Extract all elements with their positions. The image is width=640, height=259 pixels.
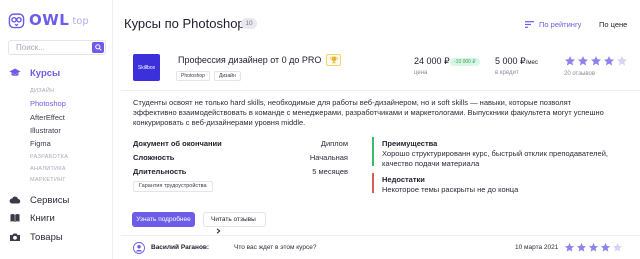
credit-unit: /мес — [525, 60, 538, 66]
page-title: Курсы по Photoshop — [124, 16, 245, 31]
course-title[interactable]: Профессия дизайнер от 0 до PRO — [178, 55, 321, 65]
nav-services[interactable]: Сервисы — [9, 194, 69, 206]
star-icon — [578, 56, 588, 66]
course-rating-stars — [564, 55, 629, 67]
card-divider — [121, 90, 640, 91]
sidebar-item-aftereffect[interactable]: AfterEffect — [30, 113, 65, 122]
reviews-count[interactable]: 20 отзывов — [564, 71, 595, 77]
user-avatar-icon — [133, 242, 145, 254]
sidebar-group-design[interactable]: ДИЗАЙН — [30, 88, 54, 94]
sort-by-price-button[interactable]: По цене — [599, 20, 627, 29]
camera-icon — [10, 233, 20, 241]
sort-icon — [525, 21, 534, 28]
pros-text: Хорошо структурированн курс, быстрый отк… — [382, 149, 608, 168]
graduation-cap-icon — [9, 68, 21, 76]
sidebar-item-illustrator[interactable]: Illustrator — [30, 126, 61, 135]
tag-photoshop[interactable]: Photoshop — [176, 71, 210, 81]
star-icon — [576, 242, 587, 252]
nav-goods-label: Товары — [30, 231, 63, 243]
brand-suffix: top — [72, 16, 89, 27]
spec-row-document: Документ об окончании Диплом — [133, 139, 348, 148]
nav-goods[interactable]: Товары — [9, 231, 63, 243]
spec-key: Документ об окончании — [133, 139, 222, 148]
nav-books[interactable]: Книги — [9, 212, 55, 224]
cloud-icon — [9, 196, 21, 204]
credit-caption: в кредит — [495, 70, 519, 76]
brand-name: OWL — [29, 11, 70, 29]
spec-row-difficulty: Сложность Начальная — [133, 153, 348, 162]
review-date: 10 марта 2021 — [515, 244, 559, 251]
star-icon — [588, 242, 599, 252]
spec-key: Сложность — [133, 153, 175, 162]
nav-books-label: Книги — [30, 212, 55, 224]
employment-guarantee-tag: Гарантия трудоустройства — [133, 181, 213, 192]
owl-logo-icon — [8, 12, 25, 28]
sidebar-group-development[interactable]: РАЗРАБОТКА — [30, 154, 68, 160]
school-logo[interactable]: Skillbox — [133, 54, 160, 81]
review-text[interactable]: Что вас ждет в этом курсе? — [234, 244, 316, 251]
credit-amount: 5 000 ₽ — [495, 56, 526, 66]
read-reviews-button[interactable]: Читать отзывы — [203, 212, 266, 234]
nav-services-label: Сервисы — [30, 194, 70, 206]
sidebar-group-marketing[interactable]: МАРКЕТИНГ — [30, 177, 66, 183]
cons-text: Некоторое темы раскрыты не до конца — [382, 185, 519, 194]
cons-accent-bar — [372, 173, 374, 193]
spec-value: Диплом — [320, 139, 348, 148]
course-description: Студенты освоят не только hard skills, н… — [133, 98, 604, 127]
review-divider — [121, 235, 640, 236]
course-count-badge: 10 — [241, 18, 257, 29]
nav-courses-label: Курсы — [30, 67, 61, 79]
star-icon — [612, 242, 623, 252]
star-icon — [617, 56, 627, 66]
reviewer-name[interactable]: Василий Раганов: — [151, 244, 209, 251]
search-icon — [94, 44, 102, 51]
book-icon — [10, 213, 20, 222]
award-badge — [326, 54, 341, 66]
star-icon — [564, 242, 575, 252]
star-icon — [600, 242, 611, 252]
spec-row-duration: Длительность 5 месяцев — [133, 167, 348, 176]
read-reviews-label: Читать отзывы — [211, 216, 256, 223]
cons-title: Недостатки — [382, 175, 425, 184]
pros-accent-bar — [372, 137, 374, 166]
brand-logo[interactable]: OWL top — [8, 11, 89, 29]
sidebar-item-photoshop[interactable]: Photoshop — [30, 99, 66, 108]
sort-by-rating-label: По рейтингу — [539, 20, 582, 29]
spec-value: 5 месяцев — [312, 167, 348, 176]
tag-design[interactable]: Дизайн — [214, 71, 241, 81]
sort-by-rating-button[interactable]: По рейтингу — [525, 20, 581, 29]
star-icon — [604, 56, 614, 66]
star-icon — [591, 56, 601, 66]
discount-badge: -10 000 ₽ — [450, 58, 480, 66]
search-placeholder: Поиск... — [16, 43, 45, 52]
nav-courses[interactable]: Курсы — [9, 67, 60, 79]
learn-more-button[interactable]: Узнать подробнее — [132, 212, 195, 227]
pros-title: Преимущества — [382, 139, 438, 148]
search-input[interactable]: Поиск... — [8, 40, 106, 55]
credit-price: 5 000 ₽/мес — [495, 56, 538, 67]
sidebar-item-figma[interactable]: Figma — [30, 139, 51, 148]
course-price: 24 000 ₽ — [414, 56, 450, 66]
price-caption: цена — [414, 70, 428, 76]
sidebar-group-analytics[interactable]: АНАЛИТИКА — [30, 166, 66, 172]
star-icon — [565, 56, 575, 66]
spec-key: Длительность — [133, 167, 187, 176]
search-button[interactable] — [92, 42, 104, 53]
review-rating-stars — [564, 242, 624, 253]
trophy-icon — [329, 56, 338, 64]
sidebar: OWL top Поиск... Курсы ДИЗАЙН Photoshop … — [0, 0, 113, 259]
spec-value: Начальная — [309, 153, 348, 162]
chevron-right-icon — [216, 228, 221, 234]
